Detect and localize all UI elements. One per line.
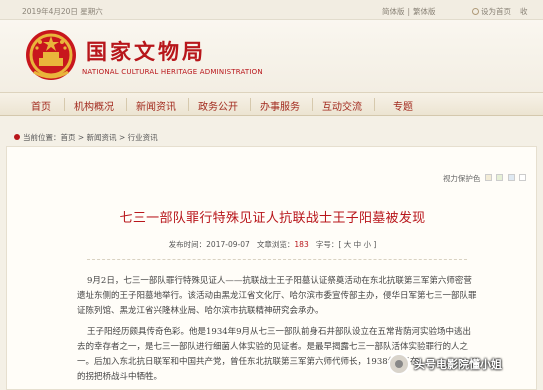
paragraph-line: 证陈列馆、黑龙江省兴隆林业局、哈尔滨市抗联精神研究会承办。 <box>77 306 324 316</box>
national-emblem-icon <box>26 30 76 80</box>
publish-date: 发布时间：2017-09-07 <box>168 240 250 249</box>
color-swatch-green[interactable] <box>496 174 504 181</box>
font-size-suffix: ] <box>373 240 377 249</box>
nav-item-home[interactable]: 首页 <box>31 98 51 113</box>
font-size-large[interactable]: 大 <box>344 240 352 249</box>
font-size-medium[interactable]: 中 <box>354 240 362 249</box>
eye-protection-control: 视力保护色 <box>443 173 526 184</box>
paragraph-line: 遗址东侧的王子阳墓地举行。该活动由黑龙江省文化厅、哈尔滨市委宣传部主办，侵华日军… <box>77 291 477 301</box>
nav-item-news[interactable]: 新闻资讯 <box>136 98 176 113</box>
favorite-link[interactable]: 收 <box>520 6 528 17</box>
color-swatch-white[interactable] <box>519 174 526 181</box>
font-size-small[interactable]: 小 <box>364 240 372 249</box>
simplified-chinese-link[interactable]: 简体版 <box>382 7 405 16</box>
nav-item-topics[interactable]: 专题 <box>393 98 413 113</box>
article-paragraph-1: 9月2日，七三一部队罪行特殊见证人——抗联战士王子阳墓认证祭奠活动在东北抗联第三… <box>77 274 487 319</box>
hits-label: 文章浏览： <box>256 240 295 249</box>
breadcrumb: 当前位置：首页 > 新闻资讯 > 行业资讯 <box>14 132 158 143</box>
paragraph-line: 王子阳经历颇具传奇色彩。他是1934年9月从七三一部队前身石井部队设立在五常背荫… <box>87 327 472 337</box>
top-bar: 2019年4月20日 星期六 简体版 | 繁体版 设为首页 收 <box>0 0 543 20</box>
site-title[interactable]: 国家文物局 <box>86 36 206 66</box>
nav-divider <box>64 98 65 111</box>
breadcrumb-news[interactable]: 新闻资讯 <box>87 133 117 142</box>
traditional-chinese-link[interactable]: 繁体版 <box>413 7 436 16</box>
set-homepage-label: 设为首页 <box>481 7 511 16</box>
breadcrumb-separator: > <box>116 133 128 142</box>
font-size-prefix: 字号：[ <box>315 240 342 249</box>
breadcrumb-prefix: 当前位置： <box>23 133 61 142</box>
current-date: 2019年4月20日 星期六 <box>22 7 103 16</box>
meta-divider <box>87 259 467 260</box>
language-switch: 简体版 | 繁体版 <box>382 6 436 17</box>
eye-protection-label: 视力保护色 <box>442 174 481 183</box>
paragraph-line: 9月2日，七三一部队罪行特殊见证人——抗联战士王子阳墓认证祭奠活动在东北抗联第三… <box>87 276 472 286</box>
hits-count: 183 <box>294 240 309 249</box>
nav-item-government-affairs[interactable]: 政务公开 <box>198 98 238 113</box>
nav-divider <box>250 98 251 111</box>
breadcrumb-home[interactable]: 首页 <box>61 133 76 142</box>
breadcrumb-industry-news[interactable]: 行业资讯 <box>128 133 158 142</box>
location-icon <box>14 134 20 140</box>
article-title: 七三一部队罪行特殊见证人抗联战士王子阳墓被发现 <box>119 211 426 226</box>
site-subtitle: NATIONAL CULTURAL HERITAGE ADMINISTRATIO… <box>82 68 263 76</box>
site-header: 国家文物局 NATIONAL CULTURAL HERITAGE ADMINIS… <box>0 20 543 92</box>
watermark: 头号电影院懂小姐 <box>388 352 502 376</box>
set-homepage-link[interactable]: 设为首页 <box>472 6 511 17</box>
nav-divider <box>374 98 375 111</box>
breadcrumb-separator: > <box>75 133 87 142</box>
watermark-avatar-icon <box>388 353 410 375</box>
nav-item-interaction[interactable]: 互动交流 <box>322 98 362 113</box>
nav-divider <box>312 98 313 111</box>
watermark-text: 头号电影院懂小姐 <box>414 358 502 371</box>
nav-divider <box>126 98 127 111</box>
nav-item-about[interactable]: 机构概况 <box>74 98 114 113</box>
nav-item-services[interactable]: 办事服务 <box>260 98 300 113</box>
home-icon <box>472 8 479 15</box>
color-swatch-cream[interactable] <box>484 174 492 181</box>
main-navigation: 首页 机构概况 新闻资讯 政务公开 办事服务 互动交流 专题 <box>0 92 543 116</box>
lang-separator: | <box>407 7 411 16</box>
color-swatch-blue[interactable] <box>507 174 515 181</box>
article-meta: 发布时间：2017-09-07 文章浏览：183 字号：[ 大 中 小 ] <box>7 239 538 250</box>
nav-divider <box>188 98 189 111</box>
